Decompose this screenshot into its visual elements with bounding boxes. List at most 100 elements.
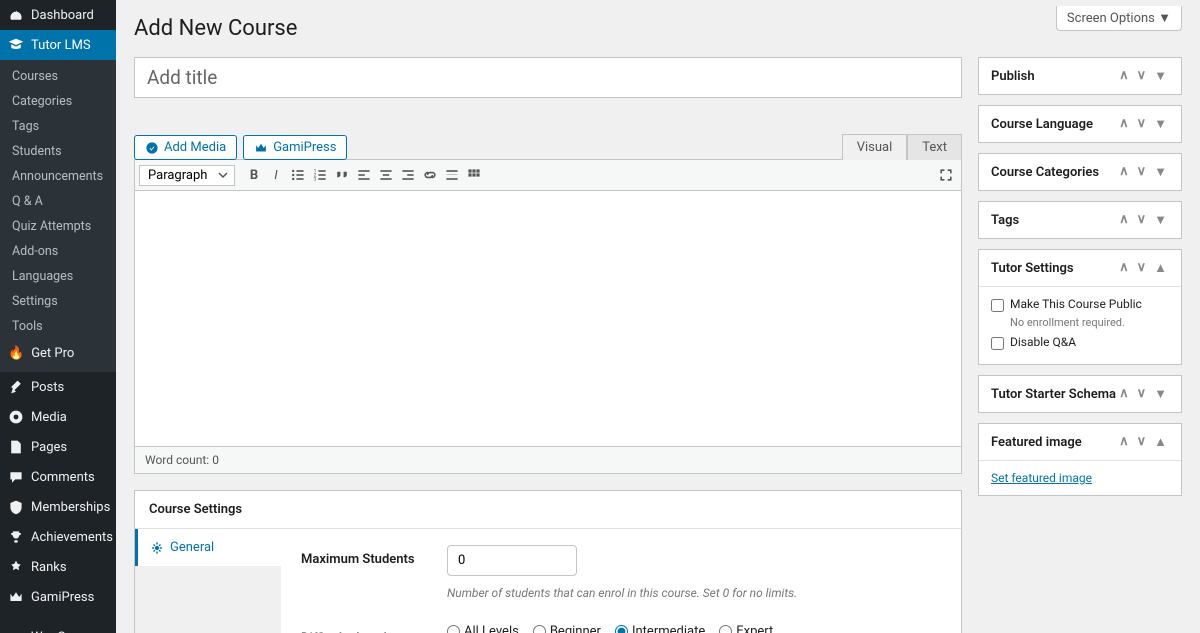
align-left-button[interactable] [353, 164, 375, 186]
dropdown-icon[interactable]: ▲ [1152, 434, 1169, 450]
comment-icon [8, 469, 24, 485]
difficulty-all-levels[interactable]: All Levels [447, 624, 519, 633]
collapse-up-icon[interactable]: ∧ [1117, 164, 1131, 180]
dropdown-icon[interactable]: ▼ [1152, 116, 1169, 132]
sidebar-sub-courses[interactable]: Courses [0, 64, 116, 89]
sidebar-item-posts[interactable]: Posts [0, 372, 116, 402]
dropdown-icon[interactable]: ▼ [1152, 164, 1169, 180]
collapse-down-icon[interactable]: ∨ [1135, 164, 1149, 180]
screen-options-label: Screen Options [1067, 11, 1155, 26]
collapse-up-icon[interactable]: ∧ [1117, 68, 1131, 84]
tab-text[interactable]: Text [907, 134, 962, 160]
max-students-input[interactable] [447, 545, 577, 576]
italic-button[interactable]: I [265, 164, 287, 186]
block-format-select[interactable]: Paragraph [139, 165, 235, 186]
collapse-up-icon[interactable]: ∧ [1117, 116, 1131, 132]
sidebar-label: Posts [31, 380, 64, 395]
sidebar-item-pages[interactable]: Pages [0, 432, 116, 462]
woo-icon [8, 629, 24, 633]
pages-icon [8, 439, 24, 455]
sidebar-item-comments[interactable]: Comments [0, 462, 116, 492]
sidebar-item-media[interactable]: Media [0, 402, 116, 432]
sidebar-item-woocommerce[interactable]: WooCommerce [0, 622, 116, 633]
make-public-checkbox[interactable]: Make This Course Public [991, 297, 1169, 312]
dropdown-icon[interactable]: ▼ [1152, 386, 1169, 402]
bold-button[interactable]: B [243, 164, 265, 186]
link-button[interactable] [419, 164, 441, 186]
sidebar-sub-students[interactable]: Students [0, 139, 116, 164]
dropdown-icon[interactable]: ▲ [1152, 260, 1169, 276]
admin-sidebar: Dashboard Tutor LMS Courses Categories T… [0, 0, 116, 633]
media-icon [8, 409, 24, 425]
sidebar-sub-announcements[interactable]: Announcements [0, 164, 116, 189]
readmore-button[interactable] [441, 164, 463, 186]
sidebar-sub-tags[interactable]: Tags [0, 114, 116, 139]
tab-visual[interactable]: Visual [842, 134, 908, 160]
sidebar-sub-tools[interactable]: Tools [0, 314, 116, 339]
collapse-down-icon[interactable]: ∨ [1135, 68, 1149, 84]
fullscreen-button[interactable] [935, 164, 957, 186]
content-editor[interactable] [134, 191, 962, 447]
checkbox-label: Disable Q&A [1010, 335, 1076, 349]
align-center-button[interactable] [375, 164, 397, 186]
sidebar-label: Media [31, 410, 67, 425]
difficulty-intermediate[interactable]: Intermediate [615, 624, 705, 633]
sidebar-item-memberships[interactable]: Memberships [0, 492, 116, 522]
quote-button[interactable] [331, 164, 353, 186]
gamipress-button[interactable]: GamiPress [243, 135, 347, 160]
dropdown-icon[interactable]: ▼ [1152, 68, 1169, 84]
radio-label: All Levels [464, 624, 519, 633]
make-public-sub: No enrollment required. [1010, 316, 1169, 329]
collapse-up-icon[interactable]: ∧ [1117, 386, 1131, 402]
course-settings-title: Course Settings [135, 491, 961, 529]
sidebar-item-gamipress[interactable]: GamiPress [0, 582, 116, 612]
sidebar-sub-languages[interactable]: Languages [0, 264, 116, 289]
button-label: GamiPress [273, 140, 336, 155]
sidebar-label: Pages [31, 440, 67, 455]
add-media-button[interactable]: Add Media [134, 135, 237, 160]
media-icon [145, 141, 159, 155]
sidebar-sub-settings[interactable]: Settings [0, 289, 116, 314]
radio-label: Beginner [550, 624, 601, 633]
course-settings-nav-general[interactable]: General [135, 529, 281, 566]
sidebar-sub-qa[interactable]: Q & A [0, 189, 116, 214]
collapse-down-icon[interactable]: ∨ [1135, 386, 1149, 402]
bullet-list-button[interactable] [287, 164, 309, 186]
pin-icon [8, 379, 24, 395]
set-featured-image-link[interactable]: Set featured image [991, 471, 1092, 485]
sidebar-item-dashboard[interactable]: Dashboard [0, 0, 116, 30]
disable-qa-checkbox[interactable]: Disable Q&A [991, 335, 1169, 350]
toolbar-toggle-button[interactable] [463, 164, 485, 186]
collapse-down-icon[interactable]: ∨ [1135, 260, 1149, 276]
shield-icon [8, 499, 24, 515]
crown-icon [254, 141, 268, 155]
radio-label: Expert [736, 624, 773, 633]
collapse-down-icon[interactable]: ∨ [1135, 212, 1149, 228]
sidebar-submenu: Courses Categories Tags Students Announc… [0, 60, 116, 372]
course-title-input[interactable] [134, 57, 962, 98]
page-title: Add New Course [134, 16, 297, 41]
collapse-down-icon[interactable]: ∨ [1135, 116, 1149, 132]
screen-options-button[interactable]: Screen Options ▼ [1056, 6, 1182, 31]
collapse-up-icon[interactable]: ∧ [1117, 212, 1131, 228]
metabox-title: Featured image [991, 435, 1082, 450]
gear-icon [150, 541, 164, 555]
sidebar-sub-categories[interactable]: Categories [0, 89, 116, 114]
align-right-button[interactable] [397, 164, 419, 186]
difficulty-expert[interactable]: Expert [719, 624, 773, 633]
sidebar-item-achievements[interactable]: Achievements [0, 522, 116, 552]
course-settings-nav: General [135, 529, 281, 633]
sidebar-item-tutor-lms[interactable]: Tutor LMS [0, 30, 116, 60]
difficulty-label: Difficulty Level [301, 624, 447, 633]
sidebar-sub-addons[interactable]: Add-ons [0, 239, 116, 264]
sidebar-sub-quiz-attempts[interactable]: Quiz Attempts [0, 214, 116, 239]
sidebar-sub-getpro[interactable]: 🔥 Get Pro [0, 339, 116, 368]
metabox-title: Publish [991, 69, 1035, 84]
number-list-button[interactable]: 123 [309, 164, 331, 186]
sidebar-item-ranks[interactable]: Ranks [0, 552, 116, 582]
collcollapse-up-icon[interactable]: ∧ [1117, 260, 1131, 276]
dropdown-icon[interactable]: ▼ [1152, 212, 1169, 228]
collapse-up-icon[interactable]: ∧ [1117, 434, 1131, 450]
difficulty-beginner[interactable]: Beginner [533, 624, 601, 633]
collapse-down-icon[interactable]: ∨ [1135, 434, 1149, 450]
